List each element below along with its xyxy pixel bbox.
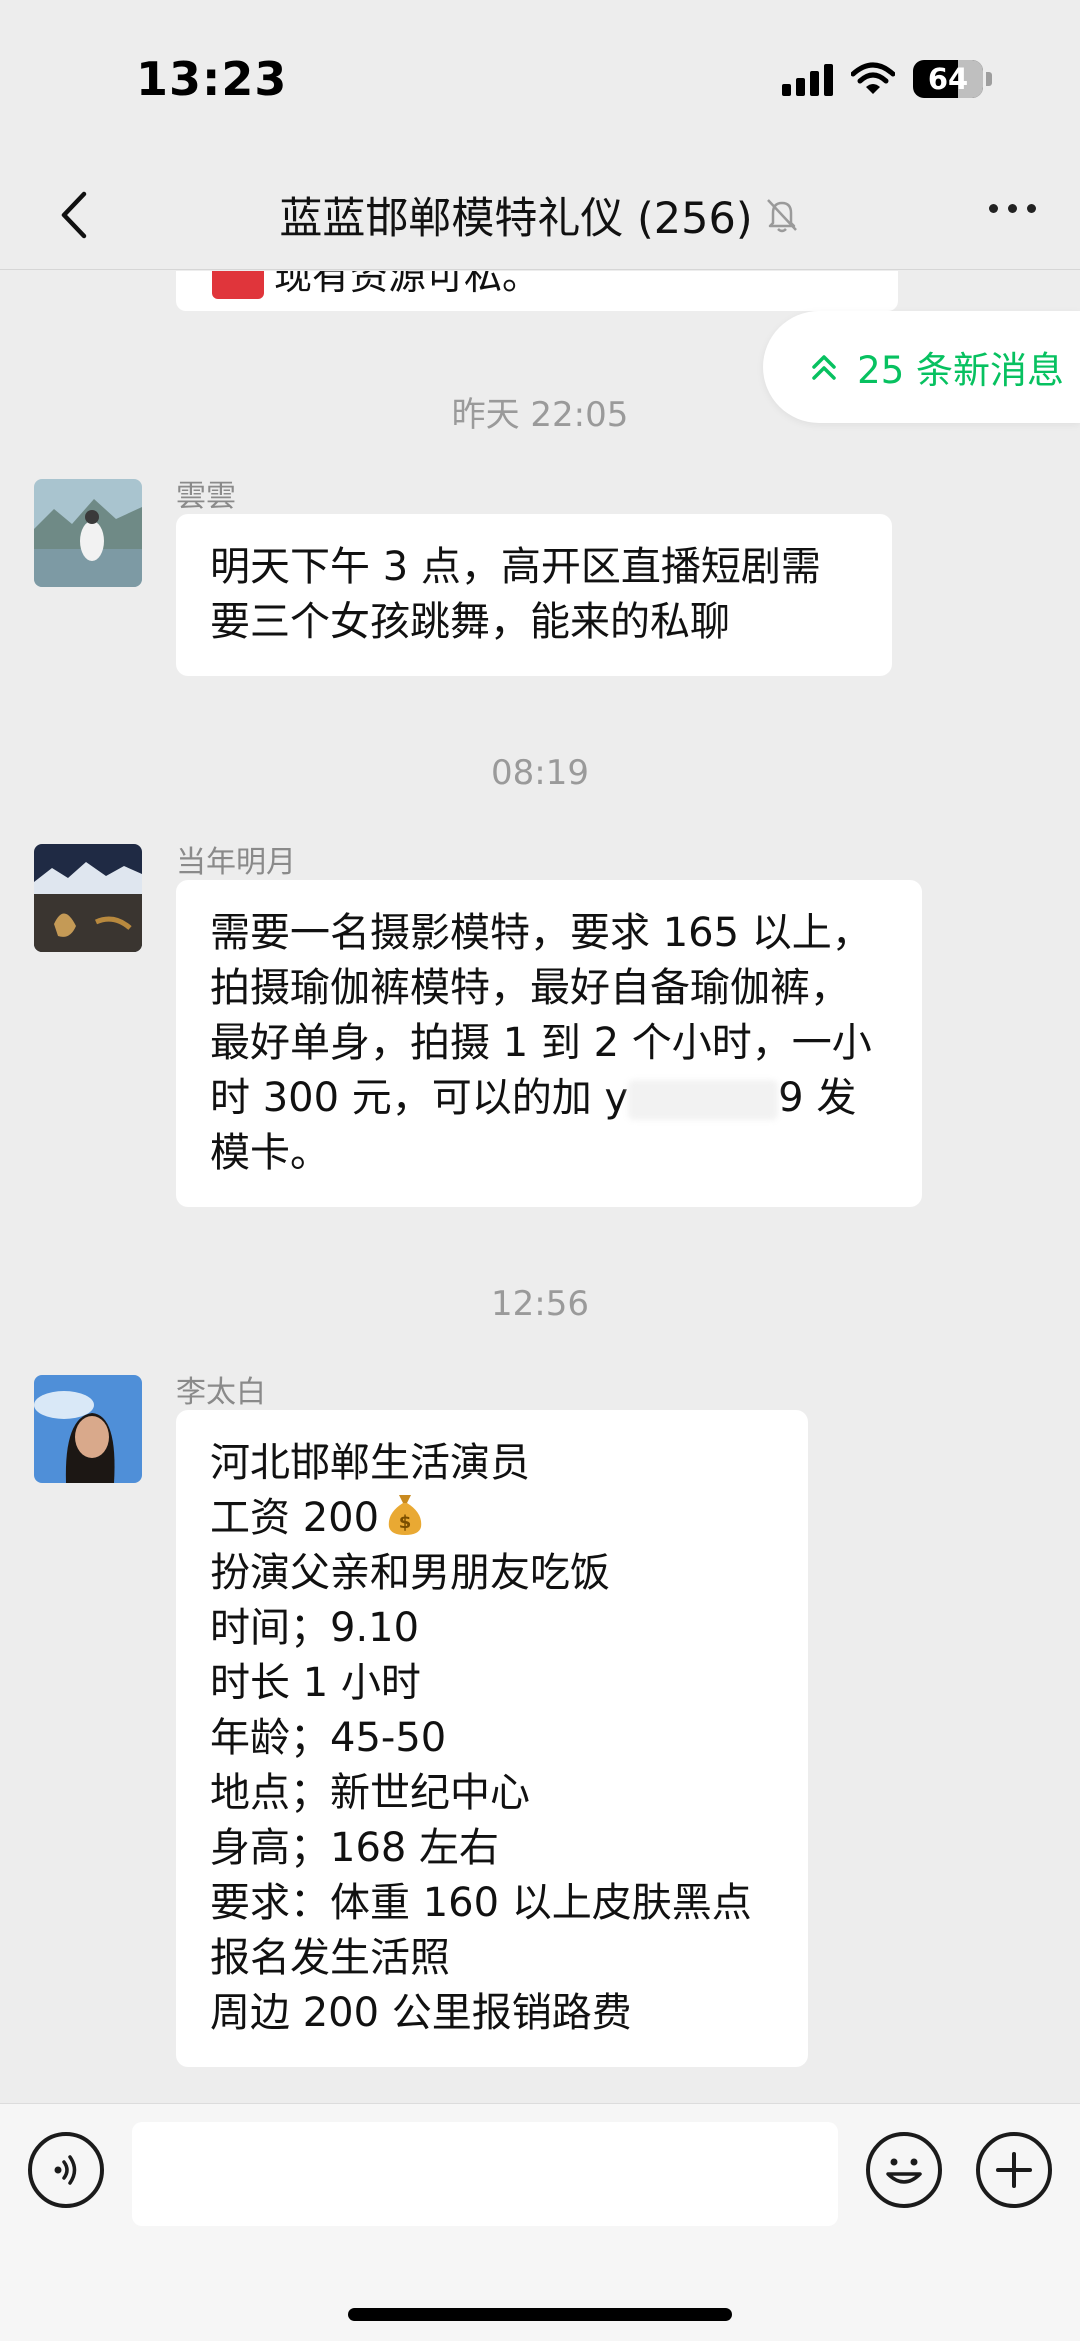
timestamp: 08:19 [491, 753, 589, 793]
timestamp: 12:56 [491, 1284, 589, 1324]
message-line: 扮演父亲和男朋友吃饭 [210, 1550, 610, 1596]
red-square-icon [212, 271, 264, 299]
message-line: 时长 1 小时 [210, 1660, 421, 1706]
message-bubble[interactable]: 河北邯郸生活演员 工资 200 $ 扮演父亲和男朋友吃饭 时间；9.10 时长 1… [176, 1410, 808, 2067]
home-indicator[interactable] [348, 2308, 732, 2321]
message-line: 地点；新世纪中心 [210, 1770, 530, 1816]
back-button[interactable] [40, 182, 106, 248]
sender-name: 雲雲 [176, 479, 236, 514]
signal-icon [782, 62, 833, 96]
message-line: 年龄；45-50 [210, 1715, 447, 1761]
nav-title-group: 蓝蓝邯郸模特礼仪 (256) [200, 184, 880, 246]
message-bubble[interactable]: 明天下午 3 点，高开区直播短剧需 要三个女孩跳舞，能来的私聊 [176, 514, 892, 676]
nav-bar: 蓝蓝邯郸模特礼仪 (256) [0, 160, 1080, 270]
message-line: 工资 200 $ [210, 1491, 774, 1546]
message-line: 明天下午 3 点，高开区直播短剧需 [210, 544, 821, 590]
redacted-text [628, 1080, 779, 1120]
status-bar: 13:23 64 [0, 0, 1080, 160]
emoji-icon [886, 2158, 922, 2184]
message-line: 要求：体重 160 以上皮肤黑点 [210, 1880, 752, 1926]
status-time: 13:23 [136, 52, 288, 106]
svg-text:$: $ [399, 1512, 412, 1533]
message-bubble[interactable]: 需要一名摄影模特，要求 165 以上， 拍摄瑜伽裤模特，最好自备瑜伽裤， 最好单… [176, 880, 922, 1207]
partial-message: 现有资源可私。 [212, 271, 540, 300]
voice-button[interactable] [28, 2132, 104, 2208]
chat-title: 蓝蓝邯郸模特礼仪 (256) [279, 194, 753, 244]
message-line: 最好单身，拍摄 1 到 2 个小时，一小 [210, 1020, 872, 1066]
message-line: 拍摄瑜伽裤模特，最好自备瑜伽裤， [210, 965, 850, 1011]
more-icon [989, 204, 998, 213]
battery-level: 64 [927, 62, 969, 96]
avatar-image [34, 1375, 142, 1483]
avatar-image [34, 479, 142, 587]
sender-name: 当年明月 [176, 845, 296, 880]
message-line: 河北邯郸生活演员 [210, 1440, 530, 1486]
message-bubble-partial[interactable]: 现有资源可私。 [176, 271, 898, 311]
plus-button[interactable] [976, 2132, 1052, 2208]
avatar[interactable] [34, 844, 142, 952]
more-button[interactable] [989, 204, 1036, 213]
plus-icon [996, 2152, 1032, 2188]
more-icon-dot [1008, 204, 1017, 213]
wifi-icon [851, 62, 895, 94]
emoji-button[interactable] [866, 2132, 942, 2208]
battery-nub [986, 72, 992, 86]
double-chevron-up-icon [812, 355, 836, 380]
message-line: 时间；9.10 [210, 1605, 420, 1651]
message-input[interactable] [132, 2122, 838, 2226]
input-bar [0, 2103, 1080, 2341]
battery-icon: 64 [913, 60, 983, 98]
status-icons: 64 [782, 56, 992, 102]
money-bag-icon: $ [388, 1495, 422, 1535]
more-icon-dot [1027, 204, 1036, 213]
mute-bell-icon [766, 199, 797, 233]
back-icon [61, 191, 87, 239]
message-line: 身高；168 左右 [210, 1825, 500, 1871]
avatar-image [34, 844, 142, 952]
message-line: 时 300 元，可以的加 y9 发 [210, 1075, 857, 1121]
message-line: 模卡。 [210, 1130, 330, 1176]
message-line: 需要一名摄影模特，要求 165 以上， [210, 910, 872, 956]
message-line: 周边 200 公里报销路费 [210, 1990, 632, 2036]
avatar[interactable] [34, 1375, 142, 1483]
message-line: 要三个女孩跳舞，能来的私聊 [210, 599, 730, 645]
chat-area[interactable]: 现有资源可私。 25 条新消息 昨天 22:05 雲雲 明天下午 3 点，高开区… [0, 271, 1080, 2103]
sender-name: 李太白 [176, 1375, 266, 1410]
timestamp: 昨天 22:05 [451, 395, 629, 435]
voice-icon [54, 2155, 77, 2185]
avatar[interactable] [34, 479, 142, 587]
new-messages-label: 25 条新消息 [857, 349, 1064, 392]
message-line: 报名发生活照 [210, 1935, 450, 1981]
